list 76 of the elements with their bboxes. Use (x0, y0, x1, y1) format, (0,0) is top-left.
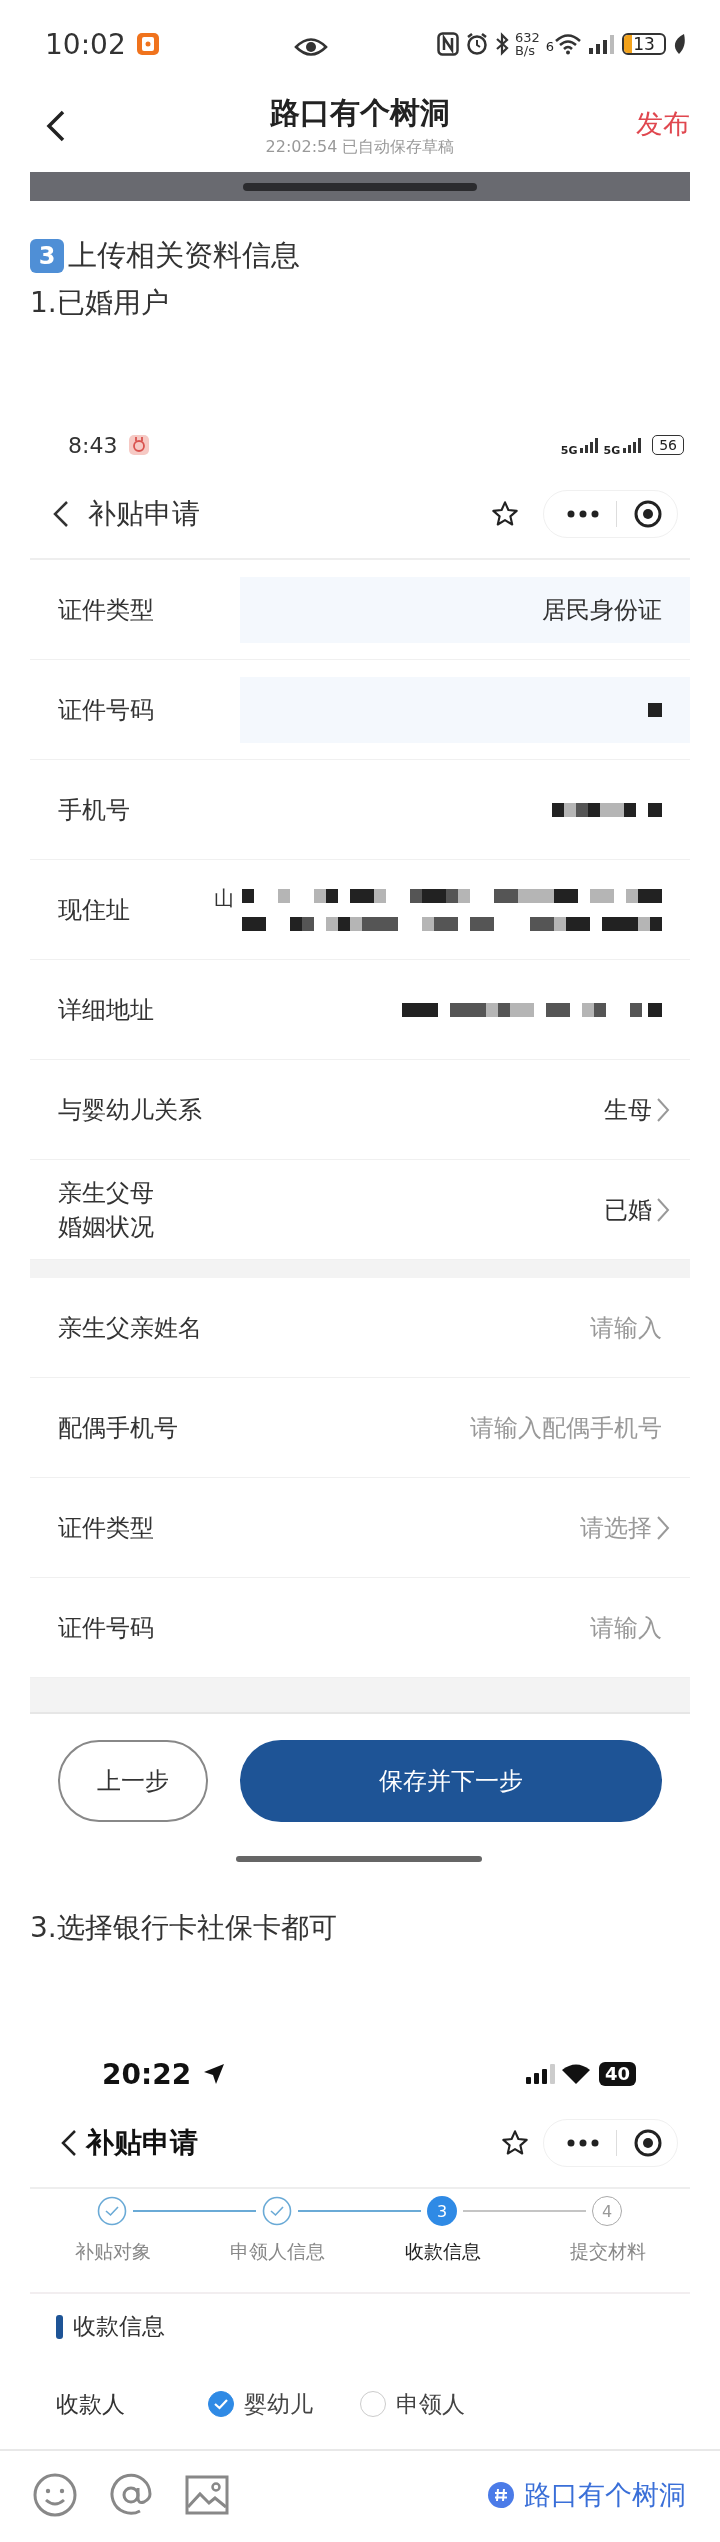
previous-step-button[interactable]: 上一步 (58, 1740, 208, 1822)
option-label: 婴幼儿 (244, 2389, 313, 2419)
battery-indicator: 40 (598, 2062, 636, 2086)
field-label: 证件号码 (58, 694, 154, 726)
next-step-button[interactable]: 保存并下一步 (240, 1740, 662, 1822)
field-label: 证件类型 (58, 594, 154, 626)
status-time: 10:02 (45, 27, 126, 61)
field-value: 山 (214, 884, 234, 912)
number-badge: 3 (30, 239, 64, 273)
check-icon (213, 2397, 229, 2411)
field-label: 证件类型 (58, 1512, 154, 1544)
field-label: 手机号 (58, 794, 130, 826)
step-label: 申领人信息 (230, 2239, 325, 2264)
network-speed-value: 632 (514, 31, 540, 44)
page-title: 补贴申请 (88, 496, 200, 532)
eye-icon (294, 36, 328, 58)
wifi-label: 6 (545, 39, 554, 54)
battery-indicator: 13 (622, 33, 666, 55)
field-label: 亲生父亲姓名 (58, 1312, 202, 1344)
status-time: 20:22 (102, 2057, 192, 2091)
emoji-icon[interactable] (33, 2473, 77, 2517)
option-label: 申领人 (396, 2389, 465, 2419)
location-arrow-icon (203, 2063, 226, 2085)
field-label: 收款人 (56, 2389, 126, 2419)
publish-button[interactable]: 发布 (636, 106, 690, 142)
redaction-mosaic (648, 702, 662, 717)
back-icon[interactable] (45, 109, 67, 143)
field-label: 配偶手机号 (58, 1412, 178, 1444)
nfc-icon (436, 32, 459, 56)
step-number: 3 (427, 2196, 457, 2226)
select-field[interactable]: 生母 (604, 1093, 670, 1126)
caption: 3.选择银行卡社保卡都可 (29, 1910, 338, 1946)
image-icon[interactable] (185, 2475, 229, 2515)
alarm-icon (464, 32, 489, 56)
field-label: 与婴幼儿关系 (58, 1094, 202, 1126)
wifi-icon (560, 2063, 591, 2085)
back-icon[interactable] (60, 2128, 78, 2158)
page-title: 补贴申请 (86, 2125, 198, 2161)
input-field[interactable]: 请输入 (242, 1613, 662, 1642)
leaf-icon (672, 33, 686, 55)
step-label: 提交材料 (569, 2239, 646, 2264)
mention-icon[interactable] (109, 2473, 153, 2517)
radio-button[interactable] (208, 2391, 234, 2417)
field-label: 证件号码 (58, 1612, 154, 1644)
field-label: 现住址 (58, 894, 130, 926)
status-time: 8:43 (68, 432, 118, 458)
step-label: 补贴对象 (74, 2239, 151, 2264)
value-field: 居民身份证 (240, 576, 690, 643)
topic-link[interactable]: 路口有个树洞 (488, 2477, 686, 2513)
bluetooth-icon (494, 32, 509, 56)
battery-indicator: 56 (652, 435, 684, 455)
section-title: 收款信息 (73, 2312, 165, 2341)
more-icon[interactable] (566, 2138, 600, 2148)
app-icon (129, 435, 150, 455)
network-speed-unit: B/s (514, 44, 536, 57)
select-field[interactable]: 已婚 (604, 1193, 670, 1226)
input-field[interactable]: 请输入配偶手机号 (242, 1413, 662, 1442)
wifi-icon (554, 33, 582, 55)
field-label: 详细地址 (58, 994, 154, 1026)
star-icon[interactable] (491, 500, 519, 528)
field-label: 婚姻状况 (58, 1211, 154, 1243)
section-heading: 上传相关资料信息 (68, 237, 300, 274)
caption: 1.已婚用户 (29, 285, 170, 321)
step-label: 收款信息 (404, 2239, 481, 2264)
accent-bar (56, 2314, 63, 2339)
network-label: 5G (603, 443, 621, 457)
back-icon[interactable] (52, 499, 70, 529)
field-label: 亲生父母 (58, 1177, 154, 1209)
star-icon[interactable] (501, 2129, 529, 2157)
autosave-status: 22:02:54 已自动保存草稿 (265, 136, 455, 158)
page-title: 路口有个树洞 (270, 94, 450, 132)
input-field[interactable]: 请输入 (242, 1313, 662, 1342)
hashtag-icon (488, 2482, 514, 2508)
signal-icon (588, 33, 616, 55)
more-icon[interactable] (566, 509, 600, 519)
network-label: 5G (560, 443, 578, 457)
